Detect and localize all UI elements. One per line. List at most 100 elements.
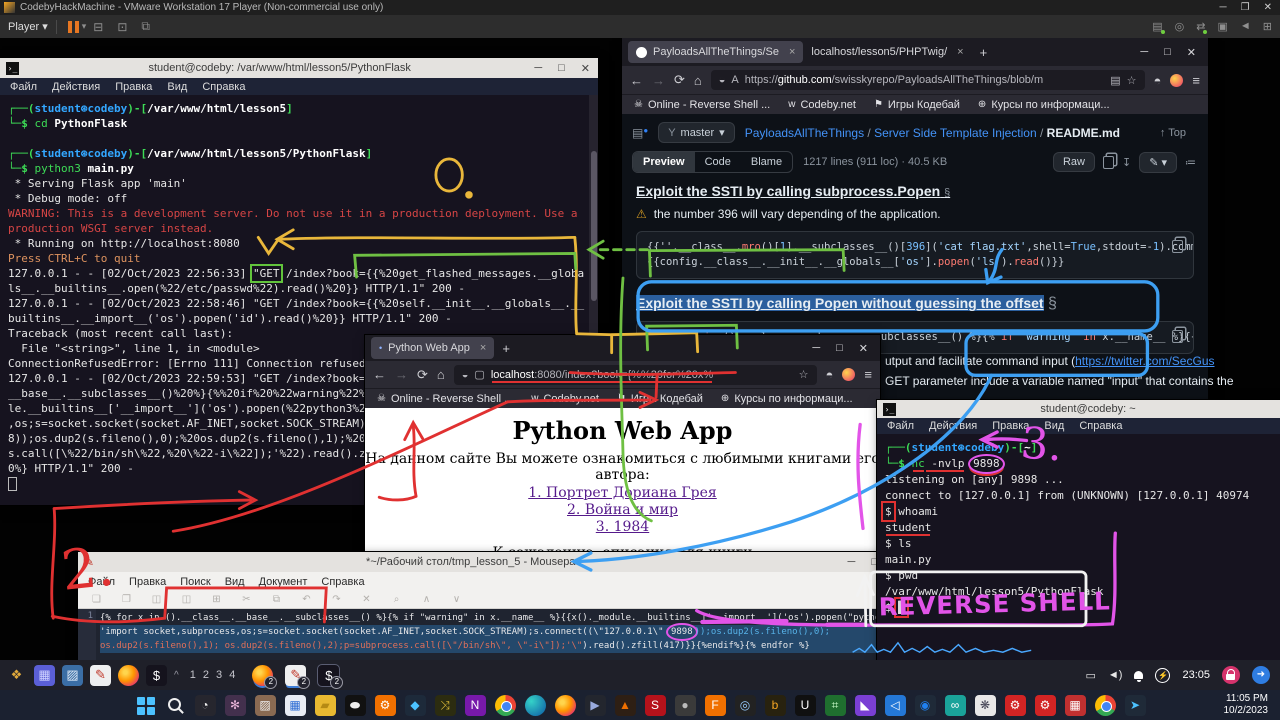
- bookmark-item[interactable]: wCodeby.net: [788, 99, 856, 111]
- forward-icon[interactable]: →: [395, 367, 408, 382]
- menu-item-файл[interactable]: Файл: [887, 420, 914, 432]
- breadcrumb[interactable]: PayloadsAllTheThings / Server Side Templ…: [745, 126, 1120, 140]
- tab-payloadsallthethings[interactable]: PayloadsAllTheThings/Se ×: [628, 41, 803, 63]
- url-text[interactable]: https://github.com/swisskyrepo/PayloadsA…: [745, 74, 1043, 86]
- raw-button[interactable]: Raw: [1053, 152, 1095, 172]
- vm-device-icons[interactable]: ▤ ◎ ⇄ ▣ ◄ ⊞: [1152, 20, 1272, 33]
- app-icon[interactable]: [165, 695, 186, 716]
- menu-icon[interactable]: ≡: [1192, 73, 1200, 88]
- hdd-icon[interactable]: ▤: [1152, 20, 1162, 33]
- tab-preview[interactable]: Preview: [633, 152, 695, 172]
- menu-item-правка[interactable]: Правка: [115, 81, 152, 93]
- heading-subprocess-popen[interactable]: Exploit the SSTI by calling subprocess.P…: [636, 183, 1194, 199]
- maximize-icon[interactable]: □: [1164, 46, 1171, 59]
- minimize-icon[interactable]: ─: [534, 62, 542, 75]
- app-icon[interactable]: ❋: [975, 695, 996, 716]
- app-icon[interactable]: ✎: [90, 665, 111, 686]
- power-icon[interactable]: ⚡: [1155, 668, 1170, 683]
- edit-button[interactable]: ✎ ▾: [1139, 152, 1177, 173]
- window-controls[interactable]: ─ □ ✕: [1140, 46, 1202, 59]
- bookmark-item[interactable]: ⚑Игры Кодебай: [874, 99, 960, 111]
- shield-icon[interactable]: ◒: [462, 369, 469, 381]
- usb-icon[interactable]: ▣: [1217, 20, 1227, 33]
- menu-item-правка[interactable]: Правка: [129, 576, 166, 588]
- copy-code-icon[interactable]: [1172, 240, 1183, 253]
- menu-item-поиск[interactable]: Поиск: [180, 576, 210, 588]
- close-tab-icon[interactable]: ×: [480, 342, 486, 354]
- tab-blame[interactable]: Blame: [741, 152, 792, 172]
- app-icon[interactable]: F: [705, 695, 726, 716]
- url-bar[interactable]: ◒ ▢ localhost:8080/index?book={%%20for%2…: [454, 365, 817, 385]
- back-icon[interactable]: ←: [373, 367, 386, 382]
- firefox-account-icon[interactable]: [842, 368, 855, 381]
- bookmark-item[interactable]: ⚑Игры Кодебай: [617, 393, 703, 405]
- tab-code[interactable]: Code: [695, 152, 741, 172]
- url-bar[interactable]: ◒ A https://github.com/swisskyrepo/Paylo…: [711, 70, 1145, 90]
- window-controls[interactable]: ─□✕: [534, 62, 592, 75]
- back-to-top-link[interactable]: ↑ Top: [1160, 127, 1196, 139]
- session-icon[interactable]: ➜: [1252, 666, 1270, 684]
- sound-icon[interactable]: ◄: [1240, 20, 1251, 33]
- app-icon[interactable]: ▦: [285, 695, 306, 716]
- tab-localhost-phptwig[interactable]: localhost/lesson5/PHPTwig/ ×: [803, 41, 971, 63]
- app-icon[interactable]: ✎2: [285, 665, 306, 686]
- book-link-1[interactable]: 1. Портрет Дориана Грея: [365, 485, 880, 501]
- app-icon[interactable]: ↶: [296, 589, 317, 610]
- minimize-icon[interactable]: ─: [1140, 46, 1148, 59]
- app-icon[interactable]: $2: [318, 665, 339, 686]
- mousepad-textarea[interactable]: 1 {% for x in ().__class__.__base__.__su…: [78, 609, 886, 660]
- menu-item-вид[interactable]: Вид: [1044, 420, 1064, 432]
- app-icon[interactable]: ▦: [1065, 695, 1086, 716]
- app-icon[interactable]: ⌗: [825, 695, 846, 716]
- app-icon[interactable]: ⚙: [375, 695, 396, 716]
- app-icon[interactable]: ✂: [236, 589, 257, 610]
- window-controls[interactable]: ─□: [848, 556, 880, 568]
- app-icon[interactable]: ⧉: [266, 589, 287, 610]
- new-tab-button[interactable]: +: [980, 45, 988, 60]
- reload-icon[interactable]: ⟳: [417, 367, 428, 383]
- panel-expander[interactable]: ^: [174, 670, 179, 681]
- bookmark-item[interactable]: ☠Online - Reverse Shell ...: [634, 99, 770, 111]
- mousepad-toolbar[interactable]: ❏❐◫◫⊞✂⧉↶↷✕⌕∧∨: [78, 591, 886, 609]
- menu-item-документ[interactable]: Документ: [259, 576, 308, 588]
- app-icon[interactable]: [118, 665, 139, 686]
- minimize-icon[interactable]: ─: [812, 342, 820, 355]
- ctrl-alt-del-icon[interactable]: ⊟: [93, 20, 103, 34]
- bookmark-item[interactable]: ⊕Курсы по информаци...: [721, 393, 853, 405]
- back-icon[interactable]: ←: [630, 73, 643, 88]
- heading-popen-offset[interactable]: Exploit the SSTI by calling Popen withou…: [636, 295, 1194, 313]
- pause-button[interactable]: [68, 21, 79, 33]
- app-icon[interactable]: ▨: [62, 665, 83, 686]
- menu-item-действия[interactable]: Действия: [52, 81, 100, 93]
- code-block-subprocess[interactable]: {{''.__class__.mro()[1].__subclasses__()…: [636, 231, 1194, 279]
- app-icon[interactable]: ❖: [6, 665, 27, 686]
- player-menu[interactable]: Player ▾: [8, 20, 48, 33]
- bookmark-star-icon[interactable]: ☆: [1127, 74, 1137, 87]
- app-icon[interactable]: ◁: [885, 695, 906, 716]
- app-icon[interactable]: ⬬: [345, 695, 366, 716]
- close-icon[interactable]: ✕: [1187, 46, 1196, 59]
- app-icon[interactable]: ⚙: [1005, 695, 1026, 716]
- app-icon[interactable]: ➤: [1125, 695, 1146, 716]
- terminal-flask-titlebar[interactable]: ›_ student@codeby: /var/www/html/lesson5…: [0, 58, 598, 78]
- minimize-icon[interactable]: ─: [1220, 2, 1227, 13]
- tab-python-web-app[interactable]: • Python Web App ×: [371, 337, 494, 359]
- app-icon[interactable]: ⤨: [435, 695, 456, 716]
- twitter-link[interactable]: https://twitter.com/SecGus: [1075, 354, 1214, 368]
- close-tab-icon[interactable]: ×: [957, 46, 963, 58]
- anchor-link-icon[interactable]: §: [1048, 295, 1057, 312]
- app-icon[interactable]: b: [765, 695, 786, 716]
- cd-icon[interactable]: ◎: [1175, 20, 1185, 33]
- home-icon[interactable]: ⌂: [437, 367, 445, 382]
- bookmark-star-icon[interactable]: ☆: [799, 368, 809, 381]
- menu-item-справка[interactable]: Справка: [202, 81, 245, 93]
- book-link-2[interactable]: 2. Война и мир: [365, 502, 880, 518]
- vm-clock[interactable]: 23:05: [1182, 669, 1210, 681]
- menu-item-правка[interactable]: Правка: [992, 420, 1029, 432]
- app-icon[interactable]: U: [795, 695, 816, 716]
- app-icon[interactable]: S: [645, 695, 666, 716]
- firefox-account-icon[interactable]: [1170, 74, 1183, 87]
- pocket-icon[interactable]: ◓: [1154, 73, 1162, 88]
- app-icon[interactable]: ✕: [356, 589, 377, 610]
- volume-icon[interactable]: ◄): [1108, 669, 1123, 681]
